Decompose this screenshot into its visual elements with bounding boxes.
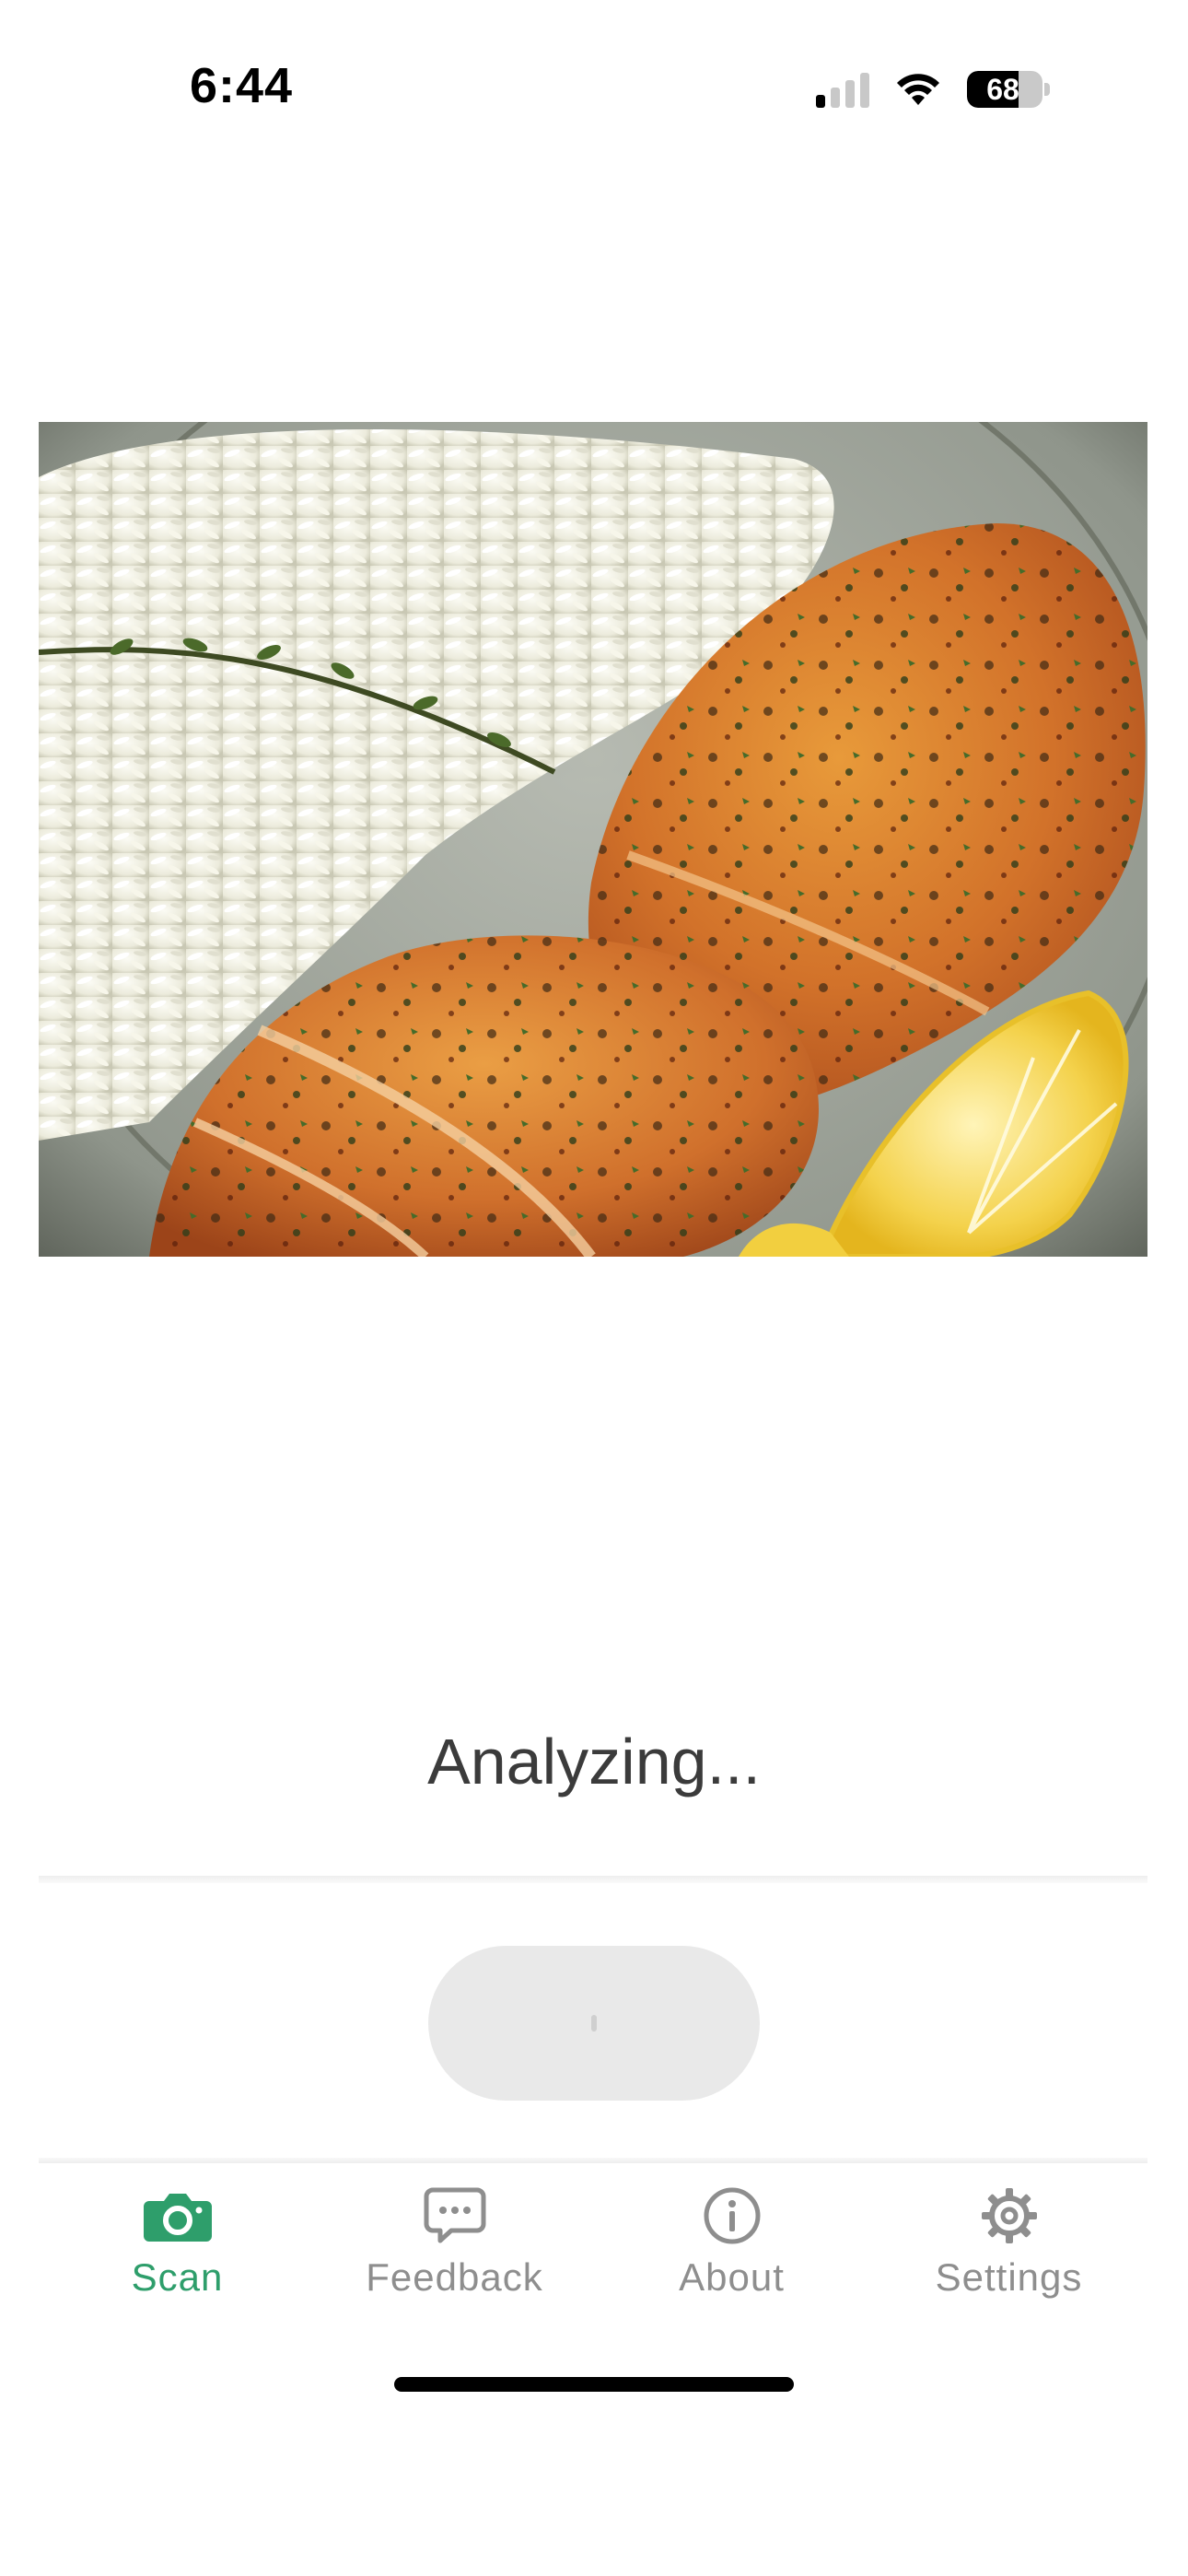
tab-about-label: About [679, 2255, 785, 2299]
status-time: 6:44 [190, 58, 294, 113]
tab-feedback[interactable]: Feedback [316, 2167, 593, 2324]
chat-bubble-icon [420, 2185, 490, 2246]
food-photo [39, 422, 1147, 1257]
analyze-button-loading[interactable] [428, 1946, 760, 2101]
tab-scan-label: Scan [131, 2255, 224, 2299]
battery-icon: 68 [967, 71, 1042, 108]
status-bar: 6:44 68 [0, 0, 1188, 175]
battery-level: 68 [986, 72, 1019, 106]
tab-bar-divider [39, 2158, 1147, 2163]
analyzing-status-text: Analyzing... [427, 1726, 761, 1797]
tab-settings[interactable]: Settings [870, 2167, 1147, 2324]
tab-feedback-label: Feedback [366, 2255, 543, 2299]
tab-settings-label: Settings [935, 2255, 1083, 2299]
loading-spinner-icon [591, 2015, 597, 2032]
gear-icon [974, 2185, 1044, 2246]
status-icons: 68 [816, 68, 1050, 111]
tab-scan[interactable]: Scan [39, 2167, 316, 2324]
cellular-signal-icon [816, 71, 869, 108]
action-area-divider-top [39, 1876, 1147, 1883]
camera-icon [143, 2185, 213, 2246]
tab-bar: Scan Feedback About Settings [39, 2167, 1147, 2324]
grilled-chicken-rice-plate-image [39, 422, 1147, 1257]
info-icon [697, 2185, 767, 2246]
wifi-icon [897, 74, 939, 105]
home-indicator[interactable] [394, 2377, 794, 2392]
tab-about[interactable]: About [593, 2167, 870, 2324]
